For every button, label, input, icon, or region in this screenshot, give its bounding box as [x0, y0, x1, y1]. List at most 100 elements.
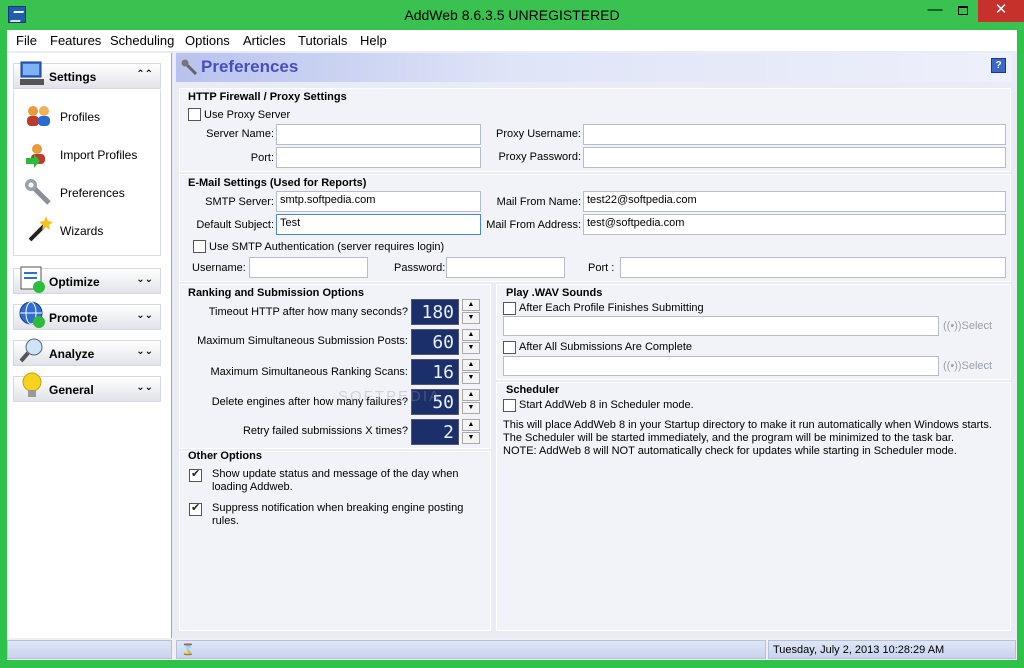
spin-down-button[interactable]: ▼ [462, 312, 480, 324]
use-proxy-checkbox[interactable] [188, 108, 201, 121]
sidebar-group-optimize[interactable]: Optimize ⌄⌄ [13, 266, 161, 294]
spinner-value: 60 [411, 329, 459, 355]
other-options-title: Other Options [188, 450, 262, 462]
sidebar-item-profiles[interactable]: Profiles [60, 110, 100, 124]
timeout-label: Timeout HTTP after how many seconds? [208, 306, 408, 318]
max-scans-spinner[interactable]: 16 ▲ ▼ [411, 359, 481, 385]
max-posts-label: Maximum Simultaneous Submission Posts: [197, 335, 408, 347]
timeout-spinner[interactable]: 180 ▲ ▼ [411, 299, 481, 325]
maximize-button[interactable] [950, 0, 976, 22]
hourglass-icon: ⌛ [181, 644, 195, 656]
watermark: SOFTPEDIA [338, 388, 442, 405]
scheduler-line-1: This will place AddWeb 8 in your Startup… [503, 419, 992, 431]
scheduler-description: This will place AddWeb 8 in your Startup… [503, 419, 1003, 458]
default-subject-input[interactable]: Test [276, 214, 481, 235]
spin-up-button[interactable]: ▲ [462, 419, 480, 431]
close-button[interactable]: ✕ [978, 0, 1024, 22]
smtp-server-input[interactable]: smtp.softpedia.com [276, 191, 481, 212]
mail-from-address-input[interactable]: test@softpedia.com [583, 214, 1006, 235]
after-each-wav-input[interactable] [503, 316, 939, 336]
status-datetime: Tuesday, July 2, 2013 10:28:29 AM [768, 640, 1016, 659]
spin-down-button[interactable]: ▼ [462, 372, 480, 384]
expand-icon[interactable]: ⌄⌄ [136, 382, 153, 393]
menu-articles[interactable]: Articles [243, 33, 286, 48]
expand-icon[interactable]: ⌄⌄ [136, 274, 153, 285]
proxy-section-title: HTTP Firewall / Proxy Settings [188, 91, 347, 103]
sidebar-item-preferences[interactable]: Preferences [60, 186, 125, 200]
maximize-icon [958, 6, 968, 15]
sound-icon: ((•)) [943, 320, 962, 332]
help-button[interactable]: ? [991, 58, 1006, 73]
status-panel-middle: ⌛ [176, 640, 766, 659]
suppress-notification-checkbox[interactable] [189, 501, 202, 516]
import-users-icon [26, 144, 45, 168]
sidebar-group-label: General [49, 383, 94, 397]
expand-icon[interactable]: ⌄⌄ [136, 310, 153, 321]
scheduler-title: Scheduler [506, 384, 560, 396]
menu-scheduling[interactable]: Scheduling [110, 33, 174, 48]
sidebar-group-analyze[interactable]: Analyze ⌄⌄ [13, 338, 161, 366]
after-all-checkbox[interactable] [503, 341, 516, 354]
sidebar-item-import-profiles[interactable]: Import Profiles [60, 148, 137, 162]
analyze-icon [19, 338, 43, 363]
smtp-auth-checkbox[interactable] [193, 240, 206, 253]
scheduler-mode-label: Start AddWeb 8 in Scheduler mode. [519, 399, 694, 411]
expand-icon[interactable]: ⌄⌄ [136, 346, 153, 357]
sidebar-item-wizards[interactable]: Wizards [60, 224, 103, 238]
page-title: Preferences [201, 57, 299, 76]
select-label: Select [961, 320, 993, 332]
mail-from-name-label: Mail From Name: [496, 196, 581, 208]
mail-from-address-label: Mail From Address: [486, 219, 581, 231]
spinner-value: 16 [411, 359, 459, 385]
sidebar-group-promote[interactable]: Promote ⌄⌄ [13, 301, 161, 330]
wav-section-title: Play .WAV Sounds [506, 287, 603, 299]
proxy-password-label: Proxy Password: [498, 151, 581, 163]
panel-header [176, 53, 1012, 82]
after-all-wav-input[interactable] [503, 356, 939, 376]
retry-spinner[interactable]: 2 ▲ ▼ [411, 419, 481, 445]
mail-from-name-input[interactable]: test22@softpedia.com [583, 191, 1006, 212]
optimize-icon [20, 266, 45, 293]
collapse-icon[interactable]: ⌃⌃ [136, 69, 153, 80]
spin-up-button[interactable]: ▲ [462, 389, 480, 401]
show-update-checkbox[interactable] [189, 467, 202, 482]
suppress-notification-label: Suppress notification when breaking engi… [212, 502, 464, 527]
menu-file[interactable]: File [16, 33, 37, 48]
show-update-label: Show update status and message of the da… [212, 468, 459, 493]
spin-down-button[interactable]: ▼ [462, 342, 480, 354]
menu-options[interactable]: Options [185, 33, 230, 48]
proxy-username-label: Proxy Username: [496, 128, 581, 140]
after-all-select-button[interactable]: ((•))Select [943, 360, 992, 372]
smtp-password-input[interactable] [446, 257, 565, 278]
proxy-port-input[interactable] [276, 147, 481, 168]
sidebar-group-settings[interactable]: Settings ⌃⌃ [13, 61, 161, 89]
max-posts-spinner[interactable]: 60 ▲ ▼ [411, 329, 481, 355]
server-name-label: Server Name: [206, 128, 274, 140]
computer-icon [20, 61, 44, 85]
lightbulb-icon [22, 372, 42, 397]
spin-up-button[interactable]: ▲ [462, 359, 480, 371]
proxy-username-input[interactable] [583, 124, 1006, 145]
port-label: Port: [250, 152, 274, 164]
smtp-port-input[interactable] [620, 257, 1006, 278]
minimize-button[interactable]: — [922, 0, 948, 22]
select-label: Select [961, 360, 993, 372]
proxy-password-input[interactable] [583, 147, 1006, 168]
spin-down-button[interactable]: ▼ [462, 402, 480, 414]
spin-down-button[interactable]: ▼ [462, 432, 480, 444]
after-each-checkbox[interactable] [503, 302, 516, 315]
after-all-label: After All Submissions Are Complete [519, 341, 693, 353]
menu-help[interactable]: Help [360, 33, 387, 48]
title-bar[interactable]: AddWeb 8.6.3.5 UNREGISTERED [0, 0, 1024, 30]
sidebar-group-general[interactable]: General ⌄⌄ [13, 372, 161, 402]
server-name-input[interactable] [276, 124, 481, 145]
smtp-username-input[interactable] [249, 257, 368, 278]
spin-up-button[interactable]: ▲ [462, 329, 480, 341]
menu-tutorials[interactable]: Tutorials [298, 33, 347, 48]
spin-up-button[interactable]: ▲ [462, 299, 480, 311]
after-each-label: After Each Profile Finishes Submitting [519, 302, 704, 314]
status-panel-left [7, 640, 172, 659]
menu-features[interactable]: Features [50, 33, 101, 48]
after-each-select-button[interactable]: ((•))Select [943, 320, 992, 332]
scheduler-mode-checkbox[interactable] [503, 399, 516, 412]
